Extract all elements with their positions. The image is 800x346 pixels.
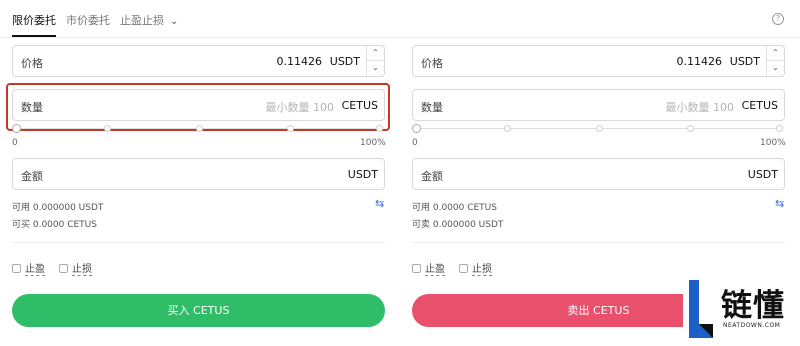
- help-circle-icon[interactable]: ?: [772, 13, 784, 25]
- chevron-up-icon[interactable]: ⌃: [367, 46, 384, 61]
- sell-amount-field[interactable]: 金额 USDT: [412, 158, 785, 190]
- sell-price-field[interactable]: 价格 0.11426 USDT ⌃ ⌄: [412, 45, 785, 77]
- sell-slider-min: 0: [412, 138, 418, 148]
- buy-take-profit-label: 止盈: [25, 264, 45, 276]
- sell-price-stepper[interactable]: ⌃ ⌄: [766, 46, 784, 76]
- tab-tpsl-label: 止盈止损: [120, 14, 164, 27]
- sell-quantity-placeholder: 最小数量 100: [665, 101, 735, 114]
- divider: [412, 242, 785, 243]
- slider-stop[interactable]: [376, 125, 383, 132]
- watermark-logo: 链懂 NEATDOWN.COM: [683, 272, 800, 346]
- buy-stop-loss-checkbox[interactable]: 止损: [59, 260, 92, 276]
- slider-handle[interactable]: [12, 124, 21, 133]
- watermark-domain: NEATDOWN.COM: [723, 322, 781, 329]
- chevron-up-icon[interactable]: ⌃: [767, 46, 784, 61]
- chevron-down-icon: ⌄: [170, 16, 179, 27]
- divider: [12, 242, 385, 243]
- sell-quantity-field[interactable]: 数量 最小数量 100 CETUS: [412, 89, 785, 121]
- buy-available: 可用 0.000000 USDT: [12, 203, 104, 213]
- checkbox-icon: [59, 264, 68, 273]
- sell-available: 可用 0.0000 CETUS: [412, 203, 497, 213]
- buy-button[interactable]: 买入 CETUS: [12, 294, 385, 327]
- buy-price-field[interactable]: 价格 0.11426 USDT ⌃ ⌄: [12, 45, 385, 77]
- neatdown-logo-icon: [689, 280, 713, 338]
- buy-price-label: 价格: [21, 57, 43, 70]
- slider-stop[interactable]: [776, 125, 783, 132]
- checkbox-icon: [12, 264, 21, 273]
- sell-take-profit-label: 止盈: [425, 264, 445, 276]
- buy-buyable: 可买 0.0000 CETUS: [12, 220, 97, 230]
- buy-amount-field[interactable]: 金额 USDT: [12, 158, 385, 190]
- buy-price-unit: USDT: [329, 55, 360, 68]
- chevron-down-icon[interactable]: ⌄: [367, 61, 384, 76]
- buy-slider-max: 100%: [360, 138, 386, 148]
- buy-quantity-slider[interactable]: [12, 124, 385, 134]
- sell-amount-unit: USDT: [747, 168, 778, 181]
- buy-take-profit-checkbox[interactable]: 止盈: [12, 260, 45, 276]
- sell-quantity-label: 数量: [421, 101, 443, 114]
- sell-price-unit: USDT: [729, 55, 760, 68]
- order-type-tabs: 限价委托 市价委托 止盈止损 ⌄ ?: [0, 0, 800, 38]
- buy-price-value: 0.11426: [276, 55, 323, 68]
- slider-handle[interactable]: [412, 124, 421, 133]
- slider-stop[interactable]: [196, 125, 203, 132]
- sell-price-value: 0.11426: [676, 55, 723, 68]
- checkbox-icon: [412, 264, 421, 273]
- buy-amount-unit: USDT: [347, 168, 378, 181]
- sell-slider-max: 100%: [760, 138, 786, 148]
- watermark-name: 链懂: [721, 288, 785, 324]
- buy-amount-label: 金额: [21, 170, 43, 183]
- sell-stop-loss-checkbox[interactable]: 止损: [459, 260, 492, 276]
- sell-quantity-slider[interactable]: [412, 124, 785, 134]
- tab-tpsl[interactable]: 止盈止损 ⌄: [120, 12, 178, 28]
- sell-quantity-unit: CETUS: [741, 99, 778, 112]
- slider-stop[interactable]: [287, 125, 294, 132]
- swap-arrows-icon[interactable]: ⇆: [775, 198, 784, 209]
- chevron-down-icon[interactable]: ⌄: [767, 61, 784, 76]
- sell-sellable: 可卖 0.000000 USDT: [412, 220, 504, 230]
- sell-amount-label: 金额: [421, 170, 443, 183]
- tab-market-order[interactable]: 市价委托: [66, 12, 110, 28]
- buy-price-stepper[interactable]: ⌃ ⌄: [366, 46, 384, 76]
- slider-stop[interactable]: [104, 125, 111, 132]
- slider-stop[interactable]: [687, 125, 694, 132]
- slider-stop[interactable]: [504, 125, 511, 132]
- tab-limit-order[interactable]: 限价委托: [12, 12, 56, 37]
- sell-stop-loss-label: 止损: [472, 264, 492, 276]
- swap-arrows-icon[interactable]: ⇆: [375, 198, 384, 209]
- sell-take-profit-checkbox[interactable]: 止盈: [412, 260, 445, 276]
- checkbox-icon: [459, 264, 468, 273]
- sell-price-label: 价格: [421, 57, 443, 70]
- buy-stop-loss-label: 止损: [72, 264, 92, 276]
- buy-slider-min: 0: [12, 138, 18, 148]
- slider-stop[interactable]: [596, 125, 603, 132]
